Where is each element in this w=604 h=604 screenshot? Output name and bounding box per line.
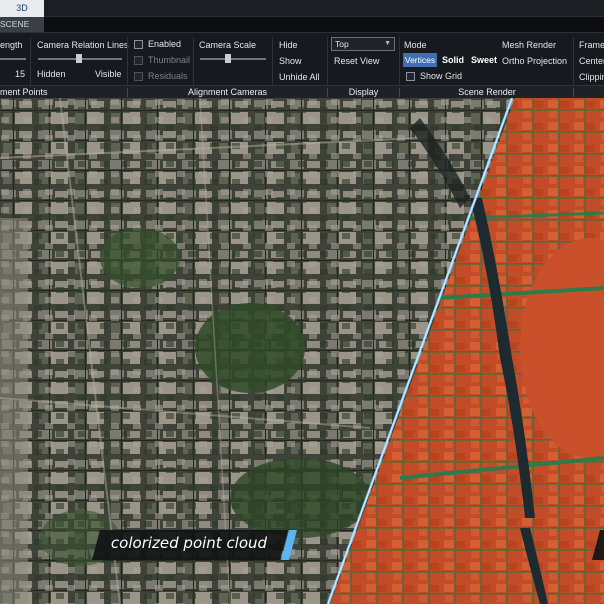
caption-box: colorized point cloud [90, 528, 288, 558]
camera-relation-lines-slider-knob[interactable] [76, 54, 82, 63]
residuals-checkbox[interactable] [134, 72, 143, 81]
chevron-down-icon: ▼ [384, 40, 391, 47]
thumbnail-checkbox[interactable] [134, 56, 143, 65]
reset-view-button[interactable]: Reset View [334, 56, 379, 66]
length-slider-track[interactable] [0, 58, 26, 60]
view-select[interactable]: Top ▼ [331, 37, 395, 51]
ribbon-separator [327, 37, 328, 85]
enabled-checkbox[interactable] [134, 40, 143, 49]
camera-scale-slider-knob[interactable] [225, 54, 231, 63]
ribbon-separator [573, 37, 574, 85]
hide-button[interactable]: Hide [279, 40, 298, 50]
show-grid-checkbox[interactable] [406, 72, 415, 81]
camera-relation-hidden-label: Hidden [37, 69, 66, 79]
ribbon-separator [30, 37, 31, 85]
ortho-projection-button[interactable]: Ortho Projection [502, 56, 567, 66]
tab-3d[interactable]: 3D [0, 0, 44, 17]
section-separator [573, 88, 574, 97]
3d-viewport[interactable]: colorized point cloud [0, 98, 604, 604]
mode-solid-button[interactable]: Solid [442, 55, 464, 65]
ribbon-section-labels: ment Points Alignment Cameras Display Sc… [0, 85, 604, 98]
length-label: ength [0, 40, 23, 50]
enabled-label: Enabled [148, 39, 182, 49]
ribbon-separator [272, 37, 273, 85]
clipping-button[interactable]: Clippin [579, 72, 604, 82]
length-value: 15 [15, 69, 26, 79]
mesh-render-button[interactable]: Mesh Render [502, 40, 556, 50]
camera-relation-visible-label: Visible [95, 69, 122, 79]
mode-label: Mode [404, 40, 427, 50]
show-button[interactable]: Show [279, 56, 302, 66]
camera-relation-lines-label: Camera Relation Lines [37, 40, 129, 50]
center-button[interactable]: Center [579, 56, 604, 66]
camera-scale-label: Camera Scale [199, 40, 257, 50]
thumbnail-label: Thumbnail [148, 55, 191, 65]
camera-scale-slider[interactable] [200, 58, 266, 60]
tab-scene[interactable]: SCENE [0, 17, 44, 32]
ribbon-separator [127, 37, 128, 85]
ribbon-tab-bar: 3D [0, 0, 604, 17]
residuals-label: Residuals [148, 71, 188, 81]
mode-sweet-button[interactable]: Sweet [471, 55, 497, 65]
ribbon-separator [193, 37, 194, 85]
show-grid-label: Show Grid [420, 71, 463, 81]
ribbon-separator [399, 37, 400, 85]
frame-button[interactable]: Frame [579, 40, 604, 50]
mode-vertices-button[interactable]: Vertices [403, 53, 437, 67]
viewport-caption: colorized point cloud [110, 534, 268, 552]
view-select-value: Top [335, 39, 349, 49]
unhide-all-button[interactable]: Unhide All [279, 72, 320, 82]
